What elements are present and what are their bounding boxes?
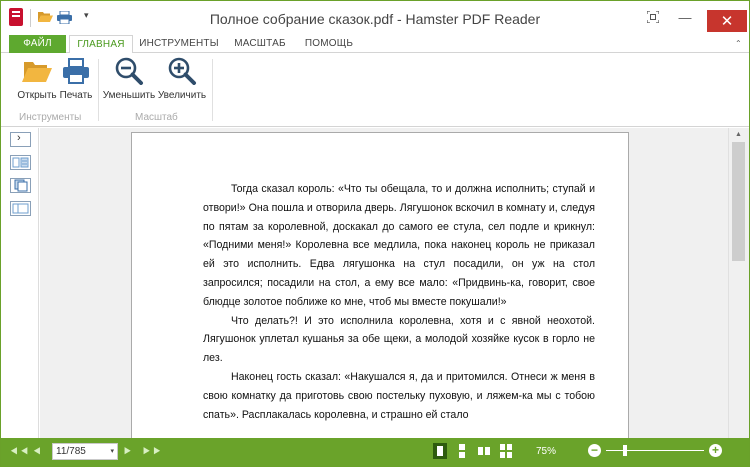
page-number-value: 11/785 bbox=[56, 446, 86, 457]
ribbon-group-separator bbox=[98, 59, 99, 121]
ribbon-group-separator bbox=[212, 59, 213, 121]
next-page-icon[interactable]: ⯈ bbox=[122, 444, 132, 460]
chevron-down-icon: ▾ bbox=[110, 448, 114, 455]
scrollbar-thumb[interactable] bbox=[732, 142, 745, 261]
continuous-page-icon bbox=[459, 444, 465, 450]
facing-continuous-icon bbox=[500, 444, 505, 450]
fullscreen-icon bbox=[647, 11, 659, 23]
close-button[interactable]: ✕ bbox=[707, 10, 747, 32]
pages-icon bbox=[14, 179, 28, 192]
first-page-icon[interactable]: ⯇⯇ bbox=[9, 444, 30, 460]
facing-continuous-view-button[interactable] bbox=[499, 443, 513, 459]
sidebar-icon bbox=[12, 203, 29, 214]
zoom-in-icon bbox=[168, 57, 196, 85]
expand-panel-button[interactable]: › bbox=[10, 132, 31, 147]
minimize-button[interactable]: — bbox=[671, 6, 699, 28]
zoom-level: 75% bbox=[536, 446, 557, 457]
chevron-right-icon: › bbox=[17, 132, 21, 144]
zoom-in-button[interactable]: Увеличить bbox=[157, 57, 207, 101]
bookmarks-icon bbox=[12, 157, 29, 168]
vertical-scrollbar[interactable]: ▲ bbox=[728, 128, 749, 438]
window-title: Полное собрание сказок.pdf - Hamster PDF… bbox=[209, 11, 541, 27]
document-viewport[interactable]: Тогда сказал король: «Что ты обещала, то… bbox=[40, 128, 728, 442]
print-icon bbox=[63, 58, 89, 84]
tab-scale[interactable]: МАСШТАБ bbox=[228, 35, 292, 53]
zoom-in-label: Увеличить bbox=[157, 90, 207, 101]
layers-panel-button[interactable] bbox=[10, 201, 31, 216]
ribbon-group-tools-label: Инструменты bbox=[19, 112, 82, 123]
zoom-plus-button[interactable]: + bbox=[709, 444, 722, 457]
open-button-label: Открыть bbox=[17, 90, 57, 101]
open-folder-icon bbox=[22, 62, 52, 82]
facing-continuous-icon bbox=[507, 452, 512, 458]
ribbon-tabs: ФАЙЛ ГЛАВНАЯ ИНСТРУМЕНТЫ МАСШТАБ ПОМОЩЬ bbox=[1, 35, 749, 54]
tab-tools[interactable]: ИНСТРУМЕНТЫ bbox=[138, 35, 220, 53]
zoom-out-label: Уменьшить bbox=[102, 90, 156, 101]
bookmarks-panel-button[interactable] bbox=[10, 155, 31, 170]
single-page-icon bbox=[437, 446, 443, 456]
single-page-view-button[interactable] bbox=[433, 443, 447, 459]
zoom-out-button[interactable]: Уменьшить bbox=[102, 57, 156, 101]
tab-home[interactable]: ГЛАВНАЯ bbox=[69, 35, 133, 54]
pages-panel-button[interactable] bbox=[10, 178, 31, 193]
paragraph: Наконец гость сказал: «Накушался я, да и… bbox=[203, 370, 595, 421]
facing-page-icon bbox=[478, 447, 483, 455]
print-button[interactable]: Печать bbox=[58, 57, 94, 101]
ribbon: Открыть Печать Уменьшить Увеличить Инстр… bbox=[1, 53, 749, 127]
title-bar: ▾ Полное собрание сказок.pdf - Hamster P… bbox=[1, 1, 749, 35]
tab-file[interactable]: ФАЙЛ bbox=[9, 35, 66, 53]
continuous-page-icon bbox=[459, 452, 465, 458]
app-window: ▾ Полное собрание сказок.pdf - Hamster P… bbox=[0, 0, 750, 467]
open-button[interactable]: Открыть bbox=[15, 57, 59, 101]
facing-continuous-icon bbox=[507, 444, 512, 450]
document-page: Тогда сказал король: «Что ты обещала, то… bbox=[131, 132, 629, 442]
paragraph: Что делать?! И это исполнила королевна, … bbox=[203, 314, 595, 365]
page-text: Тогда сказал король: «Что ты обещала, то… bbox=[203, 180, 595, 424]
paragraph: Тогда сказал король: «Что ты обещала, то… bbox=[203, 183, 595, 308]
zoom-out-icon bbox=[115, 57, 143, 85]
fullscreen-button[interactable] bbox=[639, 6, 667, 28]
ribbon-group-scale-label: Масштаб bbox=[135, 112, 178, 123]
print-button-label: Печать bbox=[59, 90, 93, 101]
previous-page-icon[interactable]: ⯇ bbox=[32, 444, 42, 460]
collapse-ribbon-icon[interactable]: ⌃ bbox=[735, 39, 742, 48]
zoom-minus-button[interactable]: − bbox=[588, 444, 601, 457]
side-panel: › bbox=[1, 128, 39, 438]
zoom-slider-thumb[interactable] bbox=[623, 445, 627, 456]
last-page-icon[interactable]: ⯈⯈ bbox=[141, 444, 162, 460]
status-bar: ⯇⯇ ⯇ 11/785 ▾ ⯈ ⯈⯈ 75% − + bbox=[1, 438, 749, 466]
facing-page-icon bbox=[485, 447, 490, 455]
continuous-view-button[interactable] bbox=[455, 443, 469, 459]
page-number-select[interactable]: 11/785 ▾ bbox=[52, 443, 118, 460]
tab-help[interactable]: ПОМОЩЬ bbox=[299, 35, 359, 53]
scroll-up-icon[interactable]: ▲ bbox=[735, 131, 742, 138]
facing-continuous-icon bbox=[500, 452, 505, 458]
zoom-slider[interactable] bbox=[606, 450, 704, 451]
facing-view-button[interactable] bbox=[477, 443, 491, 459]
